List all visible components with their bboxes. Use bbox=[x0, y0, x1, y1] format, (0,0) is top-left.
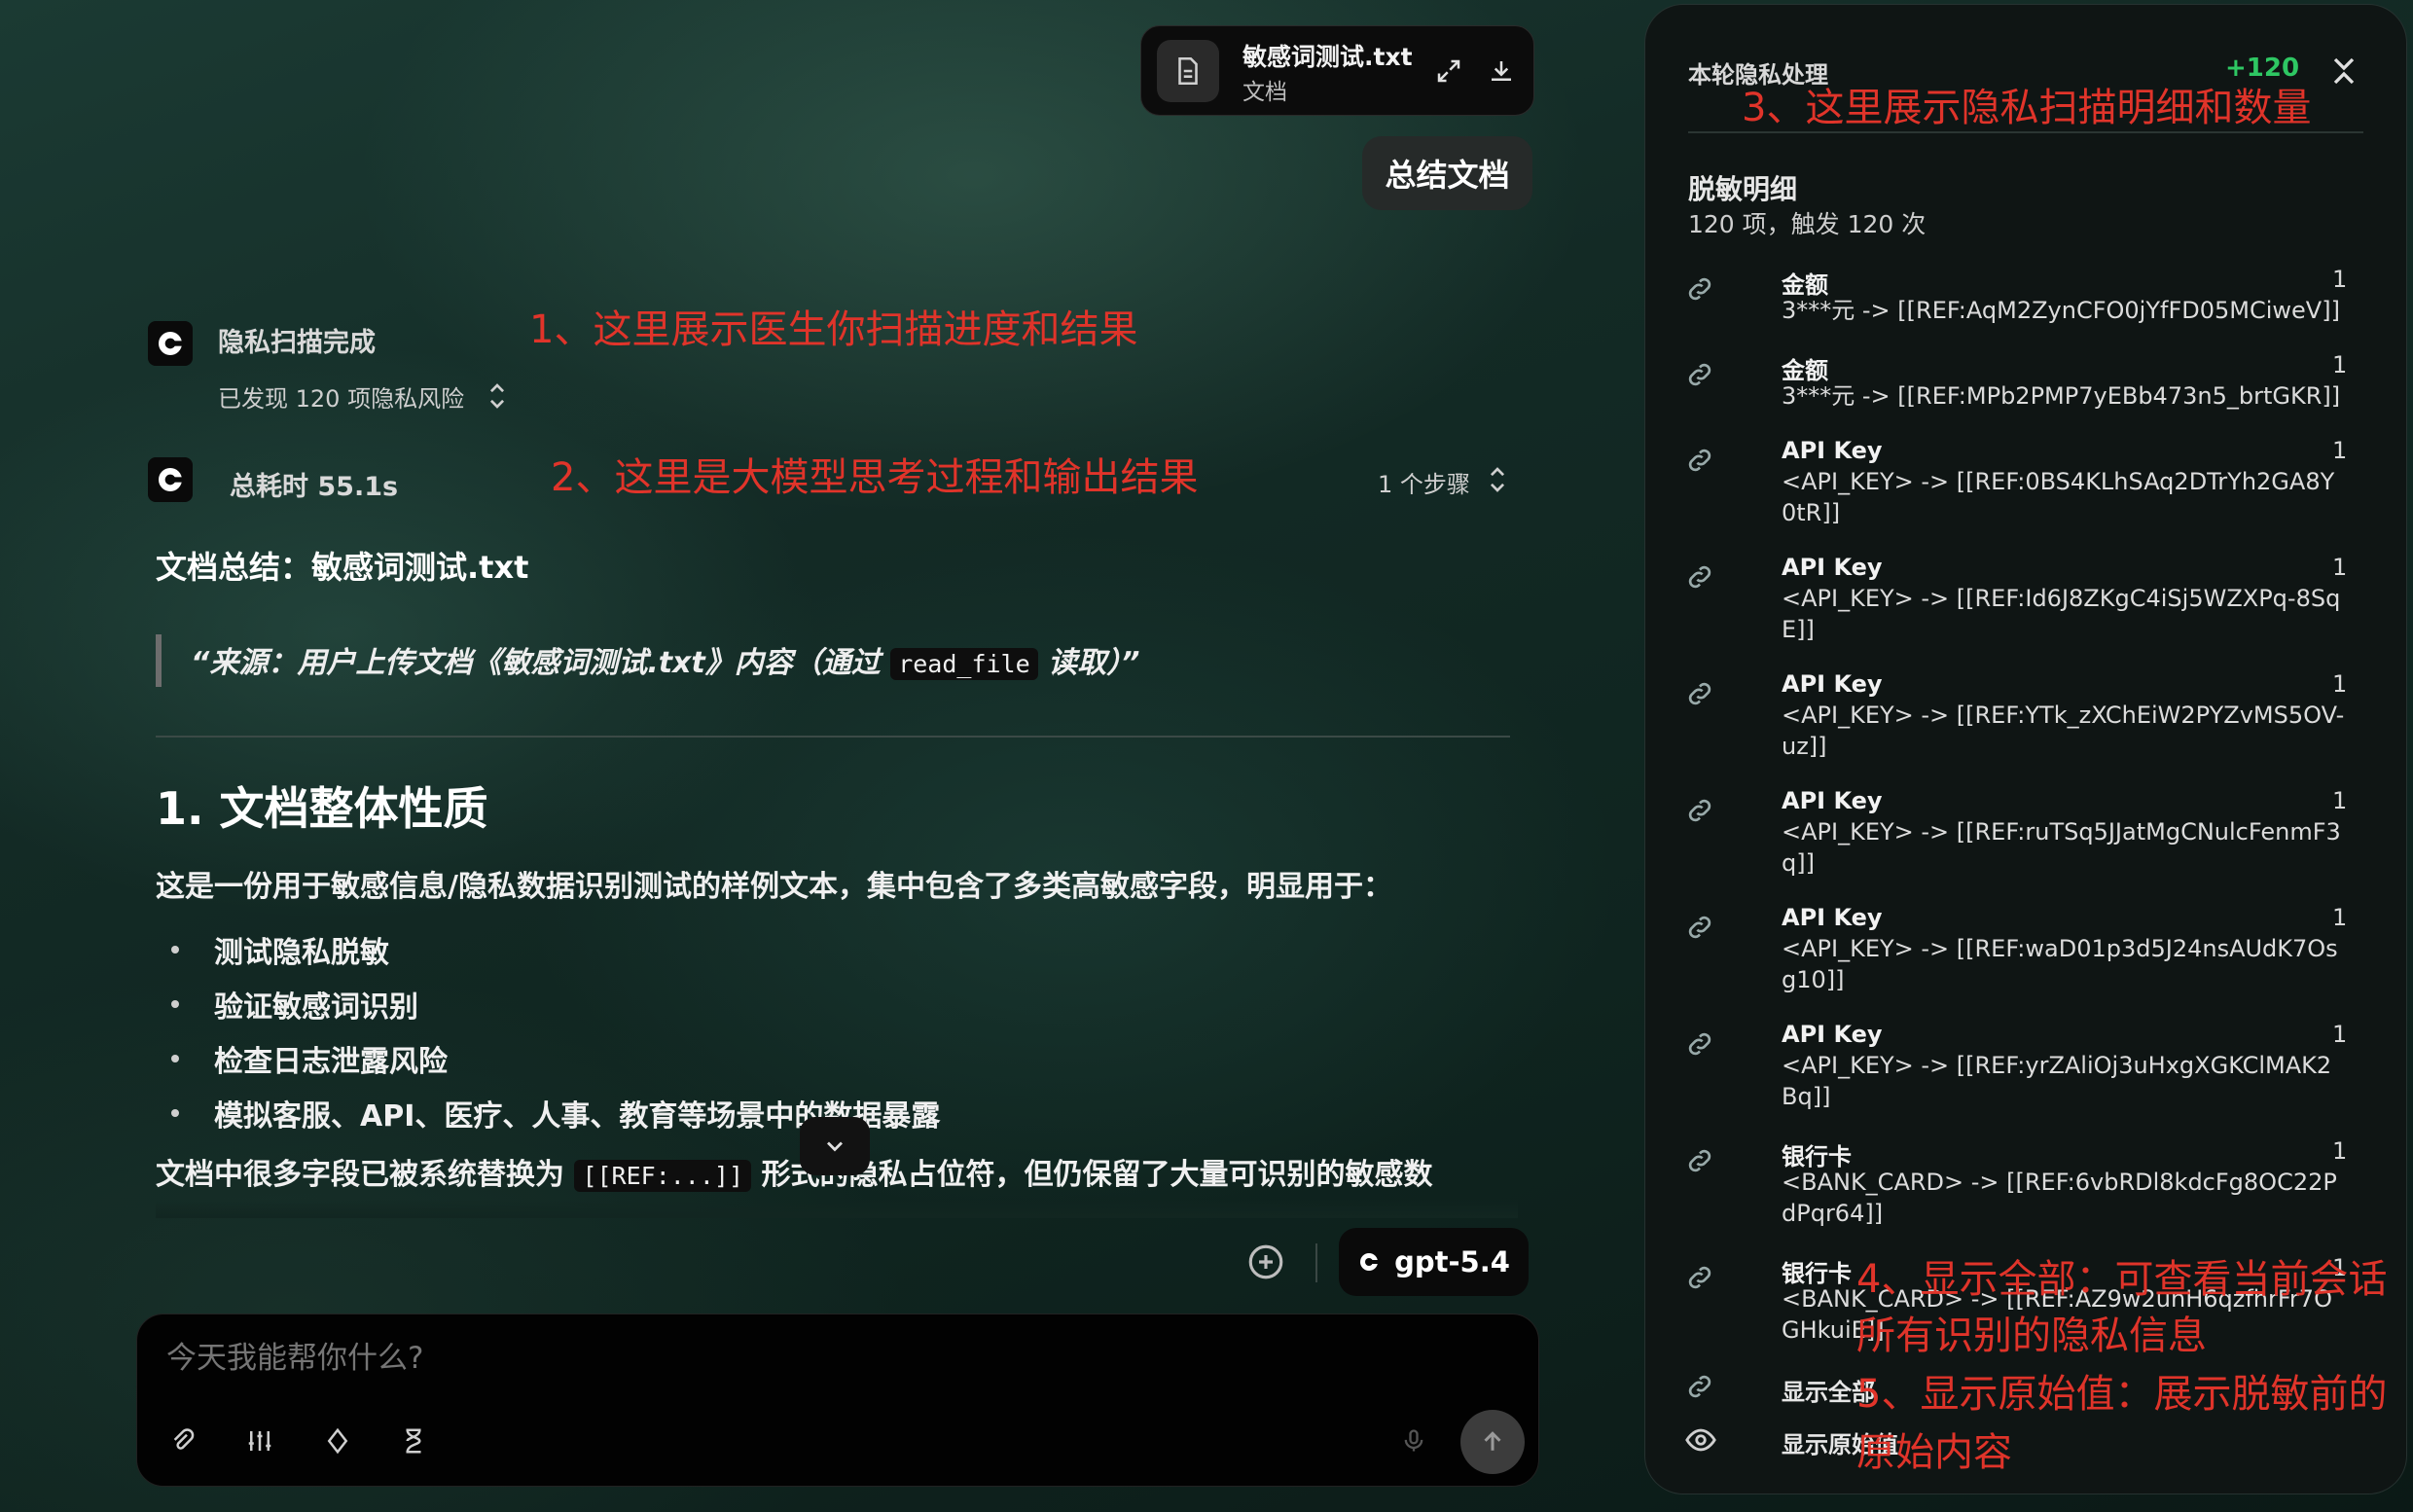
hourglass-icon[interactable] bbox=[392, 1420, 435, 1462]
model-logo-icon bbox=[1360, 1253, 1380, 1271]
fade-mask bbox=[156, 1199, 1518, 1218]
send-button[interactable] bbox=[1460, 1410, 1525, 1474]
privacy-item-count: 1 bbox=[2332, 904, 2348, 931]
link-icon bbox=[1684, 1028, 1719, 1063]
file-name: 敏感词测试.txt bbox=[1243, 43, 1413, 71]
link-icon bbox=[1684, 1371, 1719, 1406]
file-type: 文档 bbox=[1243, 80, 1287, 105]
model-selector[interactable]: gpt-5.4 bbox=[1339, 1228, 1529, 1296]
annotation-5a: 5、显示原始值：展示脱敏前的 bbox=[1856, 1372, 2388, 1417]
assistant-logo-icon bbox=[148, 457, 193, 502]
privacy-item-value: <API_KEY> -> [[REF:waD01p3d5J24nsAUdK7Os… bbox=[1782, 935, 2338, 993]
privacy-item[interactable]: API Key <API_KEY> -> [[REF:ruTSq5JJatMgCN… bbox=[1684, 787, 2375, 894]
model-name: gpt-5.4 bbox=[1394, 1245, 1510, 1278]
divider bbox=[156, 736, 1510, 738]
annotation-2: 2、这里是大模型思考过程和输出结果 bbox=[551, 455, 1199, 500]
thinking-expand-chevron-icon[interactable] bbox=[1483, 463, 1512, 496]
annotation-4a: 4、显示全部：可查看当前会话 bbox=[1856, 1257, 2388, 1302]
detail-title: 脱敏明细 bbox=[1688, 173, 1798, 205]
attached-file-card[interactable]: 敏感词测试.txt 文档 bbox=[1140, 25, 1534, 116]
thinking-duration: 总耗时 55.1s bbox=[230, 472, 399, 502]
summary-heading: 文档总结：敏感词测试.txt bbox=[156, 549, 529, 586]
privacy-item-label: API Key bbox=[1782, 554, 1883, 581]
settings-sliders-icon[interactable] bbox=[238, 1420, 281, 1462]
privacy-item[interactable]: API Key <API_KEY> -> [[REF:YTk_zXChEiW2PY… bbox=[1684, 670, 2375, 777]
link-icon bbox=[1684, 1145, 1719, 1180]
link-icon bbox=[1684, 678, 1719, 713]
source-quote: “来源：用户上传文档《敏感词测试.txt》内容（通过 read_file 读取）… bbox=[191, 646, 1140, 680]
privacy-item-value: <BANK_CARD> -> [[REF:6vbRDl8kdcFg8OC22Pd… bbox=[1782, 1169, 2337, 1227]
link-icon bbox=[1684, 1262, 1719, 1297]
inline-code: read_file bbox=[890, 648, 1038, 680]
privacy-item-label: API Key bbox=[1782, 670, 1883, 698]
attach-icon[interactable] bbox=[161, 1420, 203, 1462]
privacy-item-label: API Key bbox=[1782, 1021, 1883, 1048]
privacy-item-count: 1 bbox=[2332, 787, 2348, 814]
scan-expand-chevron-icon[interactable] bbox=[483, 379, 512, 413]
paragraph: 文档中很多字段已被系统替换为 [[REF:...]] 形式的隐私占位符，但仍保留… bbox=[156, 1158, 1433, 1192]
collapse-icon[interactable] bbox=[2326, 54, 2361, 89]
inline-code: [[REF:...]] bbox=[574, 1160, 752, 1192]
privacy-item-count: 1 bbox=[2332, 1021, 2348, 1048]
microphone-icon[interactable] bbox=[1392, 1420, 1435, 1462]
eye-icon bbox=[1684, 1423, 1719, 1458]
privacy-item-label: API Key bbox=[1782, 787, 1883, 814]
annotation-1: 1、这里展示医生你扫描进度和结果 bbox=[529, 307, 1138, 352]
privacy-item[interactable]: 银行卡 <BANK_CARD> -> [[REF:6vbRDl8kdcFg8OC2… bbox=[1684, 1137, 2375, 1244]
privacy-item-value: <API_KEY> -> [[REF:Id6J8ZKgC4iSj5WZXPq-8… bbox=[1782, 585, 2341, 643]
privacy-item-count: 1 bbox=[2332, 1137, 2348, 1165]
privacy-item-value: <API_KEY> -> [[REF:yrZAliOj3uHxgXGKClMAK… bbox=[1782, 1052, 2332, 1110]
bullet-list: 测试隐私脱敏 验证敏感词识别 检查日志泄露风险 模拟客服、API、医疗、人事、教… bbox=[171, 922, 940, 1140]
list-item: 验证敏感词识别 bbox=[171, 977, 940, 1031]
link-icon bbox=[1684, 273, 1719, 308]
annotation-3: 3、这里展示隐私扫描明细和数量 bbox=[1742, 86, 2312, 130]
download-icon[interactable] bbox=[1482, 52, 1521, 90]
privacy-item[interactable]: API Key <API_KEY> -> [[REF:waD01p3d5J24ns… bbox=[1684, 904, 2375, 1011]
composer bbox=[136, 1314, 1539, 1487]
privacy-item-value: 3***元 -> [[REF:MPb2PMP7yEBb473n5_brtGKR]… bbox=[1782, 382, 2341, 410]
list-item: 检查日志泄露风险 bbox=[171, 1031, 940, 1086]
arrow-up-icon bbox=[1484, 1431, 1501, 1451]
privacy-item[interactable]: API Key <API_KEY> -> [[REF:yrZAliOj3uHxgX… bbox=[1684, 1021, 2375, 1128]
expand-icon[interactable] bbox=[1429, 52, 1468, 90]
section-heading: 1. 文档整体性质 bbox=[156, 782, 488, 835]
annotation-4b: 所有识别的隐私信息 bbox=[1856, 1314, 2207, 1358]
intro-paragraph: 这是一份用于敏感信息/隐私数据识别测试的样例文本，集中包含了多类高敏感字段，明显… bbox=[156, 870, 1392, 904]
document-icon bbox=[1157, 40, 1219, 102]
assistant-logo-icon bbox=[148, 321, 193, 366]
user-message: 总结文档 bbox=[1362, 136, 1532, 210]
quote-bar bbox=[156, 634, 162, 687]
privacy-item-value: <API_KEY> -> [[REF:0BS4KLhSAq2DTrYh2GA8Y… bbox=[1782, 468, 2335, 526]
privacy-item-count: 1 bbox=[2332, 351, 2348, 378]
privacy-item-value: <API_KEY> -> [[REF:ruTSq5JJatMgCNulcFenm… bbox=[1782, 818, 2341, 877]
privacy-item-label: API Key bbox=[1782, 437, 1883, 464]
privacy-item-count: 1 bbox=[2332, 266, 2348, 293]
link-icon bbox=[1684, 445, 1719, 480]
link-icon bbox=[1684, 359, 1719, 394]
privacy-item-value: 3***元 -> [[REF:AqM2ZynCFO0jYfFD05MCiweV]… bbox=[1782, 297, 2340, 324]
scan-status-title: 隐私扫描完成 bbox=[218, 328, 376, 358]
scan-status-subtitle: 已发现 120 项隐私风险 bbox=[218, 385, 465, 413]
message-input[interactable] bbox=[164, 1340, 1433, 1377]
link-icon bbox=[1684, 795, 1719, 830]
link-icon bbox=[1684, 912, 1719, 947]
privacy-item-value: <API_KEY> -> [[REF:YTk_zXChEiW2PYZvMS5OV… bbox=[1782, 702, 2345, 760]
list-item: 测试隐私脱敏 bbox=[171, 922, 940, 977]
add-circle-icon[interactable] bbox=[1245, 1242, 1286, 1282]
annotation-5b: 原始内容 bbox=[1856, 1430, 2012, 1475]
link-icon bbox=[1684, 561, 1719, 596]
privacy-item[interactable]: API Key <API_KEY> -> [[REF:Id6J8ZKgC4iSj5… bbox=[1684, 554, 2375, 661]
thinking-steps[interactable]: 1 个步骤 bbox=[1378, 465, 1470, 499]
scroll-down-button[interactable] bbox=[800, 1117, 870, 1175]
privacy-item-count: 1 bbox=[2332, 437, 2348, 464]
sparkle-icon[interactable] bbox=[316, 1420, 359, 1462]
privacy-item[interactable]: API Key <API_KEY> -> [[REF:0BS4KLhSAq2DTr… bbox=[1684, 437, 2375, 544]
privacy-item-count: 1 bbox=[2332, 554, 2348, 581]
toolbar-divider bbox=[1315, 1243, 1317, 1282]
privacy-item-count: 1 bbox=[2332, 670, 2348, 698]
privacy-item-label: API Key bbox=[1782, 904, 1883, 931]
detail-summary: 120 项，触发 120 次 bbox=[1688, 210, 1927, 238]
